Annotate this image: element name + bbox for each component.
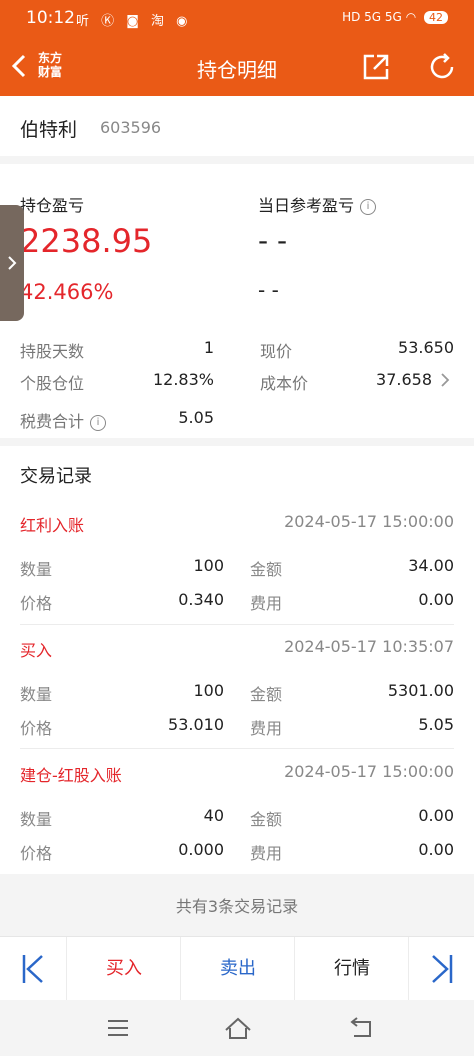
fee-value: 5.05 [178, 408, 214, 427]
cost-value[interactable]: 37.658 [330, 370, 432, 389]
trade-type: 建仓-红股入账 [20, 766, 122, 785]
share-icon [363, 54, 389, 80]
back-nav-icon[interactable] [348, 1016, 374, 1040]
qty-value: 100 [193, 681, 224, 700]
day-pnl-label[interactable]: 当日参考盈亏 i [258, 192, 377, 216]
status-bar: 10:12 听 Ⓚ ◙ 淘 ◉ HD 5G 5G ◠ 42 [0, 0, 474, 38]
cost-label[interactable]: 成本价 [260, 370, 308, 394]
network-indicator: HD 5G 5G [342, 10, 402, 24]
position-value: 12.83% [152, 370, 214, 389]
trade-type: 买入 [20, 641, 53, 660]
trade-record[interactable]: 建仓-红股入账 2024-05-17 15:00:00 数量 40 金额 0.0… [0, 762, 474, 880]
qty-value: 100 [193, 556, 224, 575]
price-label: 价格 [20, 594, 53, 613]
status-right: HD 5G 5G ◠ 42 [342, 10, 448, 24]
fee-label: 费用 [250, 844, 283, 863]
price-value: 0.340 [178, 590, 224, 609]
fee-value: 5.05 [418, 715, 454, 734]
fee-label[interactable]: 税费合计 i [20, 408, 107, 432]
amount-value: 34.00 [408, 556, 454, 575]
pnl-percent: 42.466% [20, 280, 114, 304]
skip-first-icon [22, 955, 43, 983]
trade-records-title: 交易记录 [20, 466, 92, 487]
fee-label: 费用 [250, 719, 283, 738]
skip-last-icon [432, 955, 453, 983]
position-summary: 持仓盈亏 2238.95 42.466% 当日参考盈亏 i - - - - 持股天… [0, 164, 474, 438]
stock-header: 伯特利 603596 [0, 96, 474, 156]
menu-icon[interactable] [106, 1018, 130, 1038]
qty-value: 40 [203, 806, 224, 825]
last-page-button[interactable] [408, 937, 474, 1001]
price-value: 53.010 [168, 715, 224, 734]
pnl-value: 2238.95 [20, 222, 153, 260]
home-icon[interactable] [224, 1016, 252, 1040]
trade-record[interactable]: 买入 2024-05-17 10:35:07 数量 100 金额 5301.00… [0, 637, 474, 755]
first-page-button[interactable] [0, 937, 66, 1001]
hold-days-value: 1 [203, 338, 214, 357]
chevron-right-icon[interactable] [440, 372, 450, 388]
share-button[interactable] [360, 51, 392, 87]
position-label: 个股仓位 [20, 374, 85, 393]
price-label: 现价 [260, 342, 293, 361]
info-icon[interactable]: i [90, 415, 107, 431]
trade-datetime: 2024-05-17 10:35:07 [284, 637, 454, 656]
stock-code: 603596 [100, 118, 162, 137]
top-bar: 东方 财富 持仓明细 [0, 38, 474, 96]
hold-days-label: 持股天数 [20, 342, 85, 361]
day-pnl-percent: - - [258, 278, 279, 302]
price-label: 价格 [20, 844, 53, 863]
trade-record[interactable]: 红利入账 2024-05-17 15:00:00 数量 100 金额 34.00… [0, 512, 474, 630]
amount-label: 金额 [250, 685, 283, 704]
wifi-icon: ◠ [405, 10, 417, 24]
status-time: 10:12 [26, 8, 75, 28]
fee-value: 0.00 [418, 840, 454, 859]
amount-label: 金额 [250, 810, 283, 829]
trade-datetime: 2024-05-17 15:00:00 [284, 762, 454, 781]
day-pnl-value: - - [258, 224, 288, 257]
qty-label: 数量 [20, 560, 53, 579]
fee-value: 0.00 [418, 590, 454, 609]
system-nav-bar [0, 1000, 474, 1056]
qty-label: 数量 [20, 685, 53, 704]
battery-indicator: 42 [424, 11, 448, 24]
price-label: 价格 [20, 719, 53, 738]
pnl-label: 持仓盈亏 [20, 196, 85, 215]
price-value: 0.000 [178, 840, 224, 859]
day-pnl-label-text: 当日参考盈亏 [258, 196, 355, 215]
trade-datetime: 2024-05-17 15:00:00 [284, 512, 454, 531]
trade-type: 红利入账 [20, 516, 85, 535]
status-app-icons: 听 Ⓚ ◙ 淘 ◉ [76, 14, 192, 29]
amount-value: 0.00 [418, 806, 454, 825]
buy-button[interactable]: 买入 [66, 937, 181, 1001]
amount-label: 金额 [250, 560, 283, 579]
side-drawer-handle[interactable] [0, 205, 24, 321]
refresh-button[interactable] [426, 51, 458, 87]
trade-records: 交易记录 红利入账 2024-05-17 15:00:00 数量 100 金额 … [0, 446, 474, 874]
bottom-toolbar: 买入 卖出 行情 [0, 936, 474, 1001]
sell-button[interactable]: 卖出 [180, 937, 295, 1001]
fee-label-text: 税费合计 [20, 412, 85, 431]
page-title: 持仓明细 [197, 58, 277, 82]
stock-name: 伯特利 [20, 119, 78, 141]
fee-label: 费用 [250, 594, 283, 613]
divider [20, 624, 454, 625]
chevron-right-icon [8, 256, 17, 270]
price-value: 53.650 [398, 338, 454, 357]
trade-count-footer: 共有3条交易记录 [0, 874, 474, 936]
amount-value: 5301.00 [387, 681, 454, 700]
divider [20, 748, 454, 749]
quote-button[interactable]: 行情 [294, 937, 409, 1001]
info-icon[interactable]: i [360, 199, 377, 215]
qty-label: 数量 [20, 810, 53, 829]
refresh-icon [430, 53, 454, 79]
